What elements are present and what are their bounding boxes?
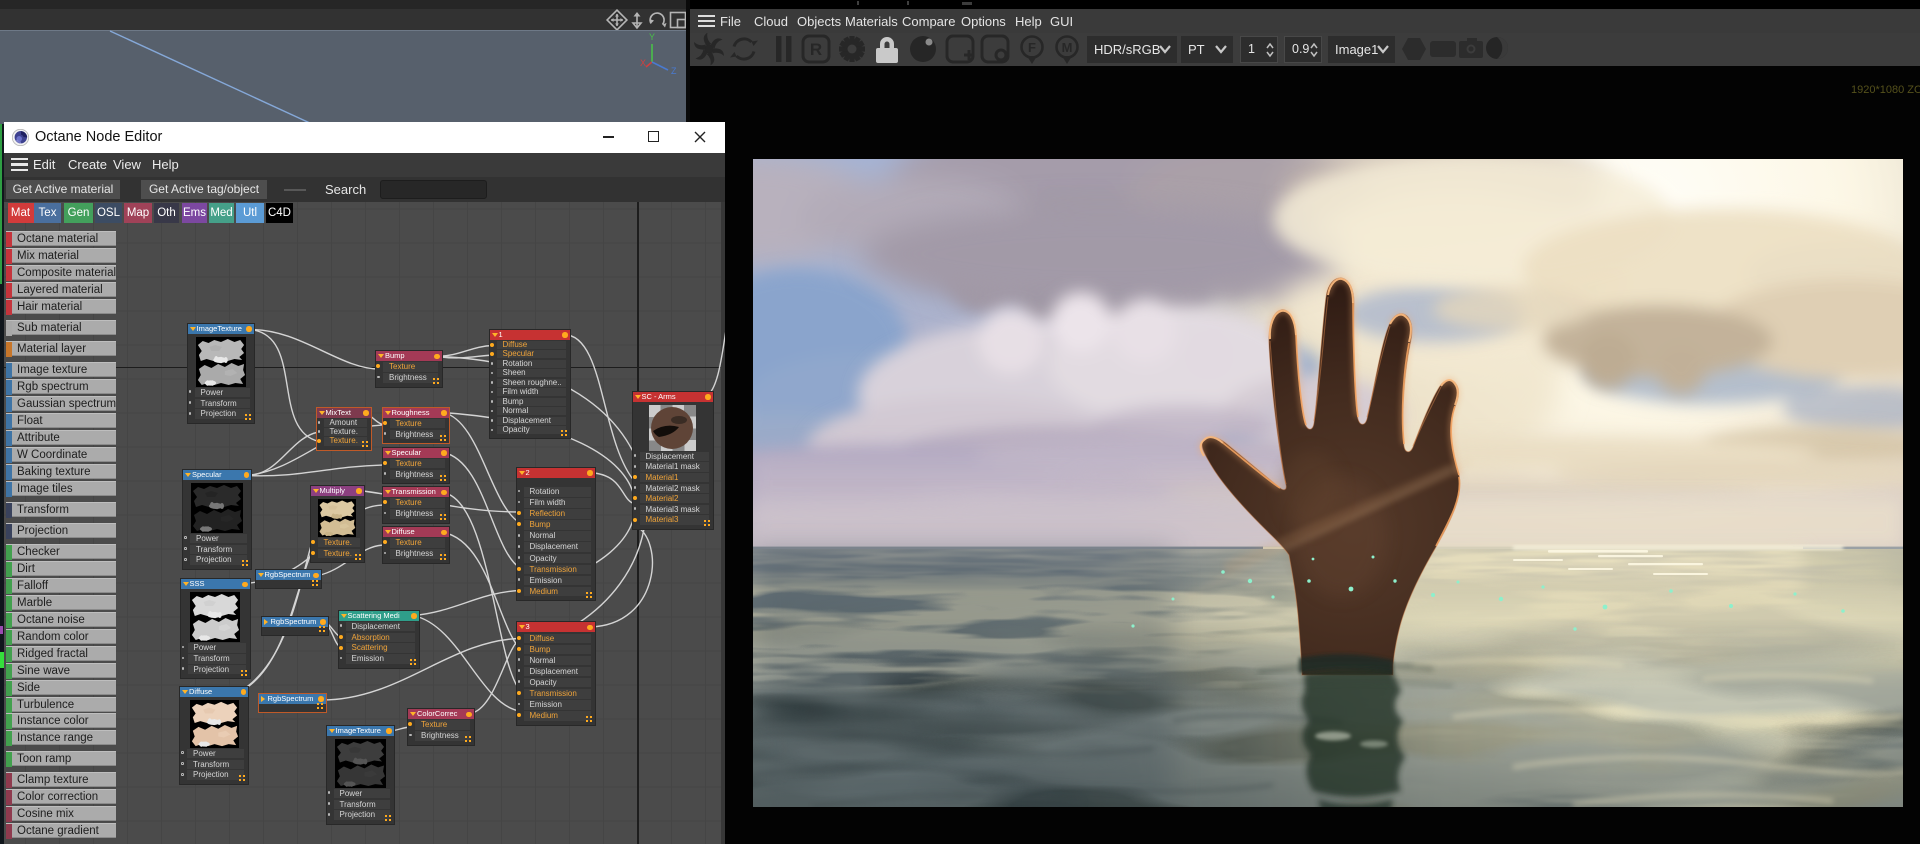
svg-text:X: X — [640, 58, 646, 68]
svg-text:Z: Z — [671, 66, 677, 76]
svg-text:F: F — [1028, 40, 1036, 55]
svg-text:M: M — [1062, 40, 1073, 55]
svg-text:R: R — [810, 40, 822, 59]
svg-text:Y: Y — [649, 32, 655, 42]
